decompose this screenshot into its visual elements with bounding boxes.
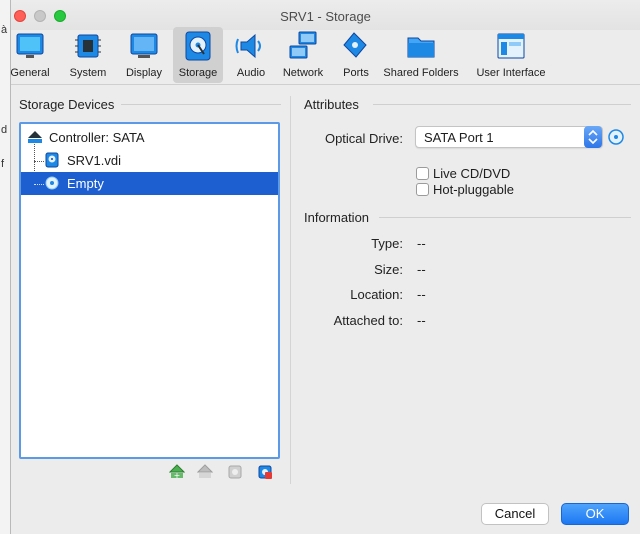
speaker-icon <box>235 33 261 59</box>
tab-system[interactable]: System <box>63 27 113 83</box>
title-bar: SRV1 - Storage <box>11 0 640 30</box>
network-icon <box>289 31 317 59</box>
tab-label: Display <box>125 67 163 79</box>
folder-icon <box>407 37 435 58</box>
size-label: Size: <box>374 262 403 277</box>
optical-drive-label: Optical Drive: <box>324 131 403 146</box>
attached-to-label: Attached to: <box>333 313 403 328</box>
tree-item-empty[interactable]: Empty <box>21 172 278 195</box>
storage-tree[interactable]: Controller: SATA SRV1.vdi Empty <box>19 122 280 459</box>
tree-connector <box>34 184 44 185</box>
tab-storage[interactable]: Storage <box>173 27 223 83</box>
device-label: SRV1.vdi <box>67 153 121 168</box>
live-cd-checkbox[interactable] <box>416 167 429 180</box>
controller-label: Controller: SATA <box>49 130 145 145</box>
hot-pluggable-label[interactable]: Hot-pluggable <box>433 182 514 197</box>
choose-disk-icon[interactable] <box>608 129 624 145</box>
tab-label: Shared Folders <box>383 67 459 79</box>
tab-label: Audio <box>236 67 266 79</box>
tab-label: Storage <box>178 67 218 79</box>
live-cd-label[interactable]: Live CD/DVD <box>433 166 510 181</box>
location-label: Location: <box>350 287 403 302</box>
tab-display[interactable]: Display <box>119 27 169 83</box>
type-label: Type: <box>371 236 403 251</box>
storage-devices-title: Storage Devices <box>19 97 115 112</box>
tab-label: System <box>69 67 107 79</box>
remove-controller-icon[interactable] <box>197 464 213 480</box>
tab-label: Network <box>282 67 324 79</box>
tree-item-controller[interactable]: Controller: SATA <box>21 126 278 149</box>
background-char: f <box>1 158 5 170</box>
optical-drive-value: SATA Port 1 <box>424 130 494 145</box>
section-divider <box>121 104 281 105</box>
window-title: SRV1 - Storage <box>280 9 371 24</box>
location-value: -- <box>417 287 426 302</box>
panel-divider <box>290 96 291 484</box>
tab-label: General <box>10 67 50 79</box>
disk-icon <box>185 31 211 61</box>
information-title: Information <box>304 210 370 225</box>
optical-drive-select[interactable]: SATA Port 1 <box>415 126 603 148</box>
general-icon <box>16 33 44 58</box>
chevron-updown-icon <box>584 126 602 148</box>
tab-shared-folders[interactable]: Shared Folders <box>383 27 459 83</box>
attached-to-value: -- <box>417 313 426 328</box>
controller-icon <box>28 131 42 143</box>
tab-label: Ports <box>343 67 369 79</box>
settings-toolbar: General System Display Storage Audio Net… <box>10 27 640 85</box>
chip-icon <box>75 34 101 58</box>
window-icon <box>497 33 525 59</box>
hot-pluggable-checkbox[interactable] <box>416 183 429 196</box>
ok-button[interactable]: OK <box>561 503 629 525</box>
monitor-icon <box>130 33 158 58</box>
tree-item-srv1-vdi[interactable]: SRV1.vdi <box>21 149 278 172</box>
tab-label: User Interface <box>476 67 546 79</box>
attributes-title: Attributes <box>304 97 359 112</box>
type-value: -- <box>417 236 426 251</box>
background-char: d <box>1 124 8 136</box>
optical-disc-icon <box>45 176 59 190</box>
tab-audio[interactable]: Audio <box>229 27 273 83</box>
add-attachment-icon[interactable] <box>227 464 243 480</box>
size-value: -- <box>417 262 426 277</box>
section-divider <box>379 217 631 218</box>
tab-ports[interactable]: Ports <box>337 27 375 83</box>
tab-general[interactable]: General <box>7 27 53 83</box>
device-label: Empty <box>67 176 104 191</box>
svg-text:+: + <box>174 471 181 480</box>
usb-icon <box>343 32 367 58</box>
remove-attachment-icon[interactable] <box>257 464 273 480</box>
add-controller-icon[interactable]: + <box>169 464 185 480</box>
tab-network[interactable]: Network <box>277 27 329 83</box>
tab-user-interface[interactable]: User Interface <box>473 27 549 83</box>
hard-disk-icon <box>45 152 59 168</box>
cancel-button[interactable]: Cancel <box>481 503 549 525</box>
settings-window: SRV1 - Storage General System Display St… <box>10 0 640 534</box>
section-divider <box>373 104 631 105</box>
